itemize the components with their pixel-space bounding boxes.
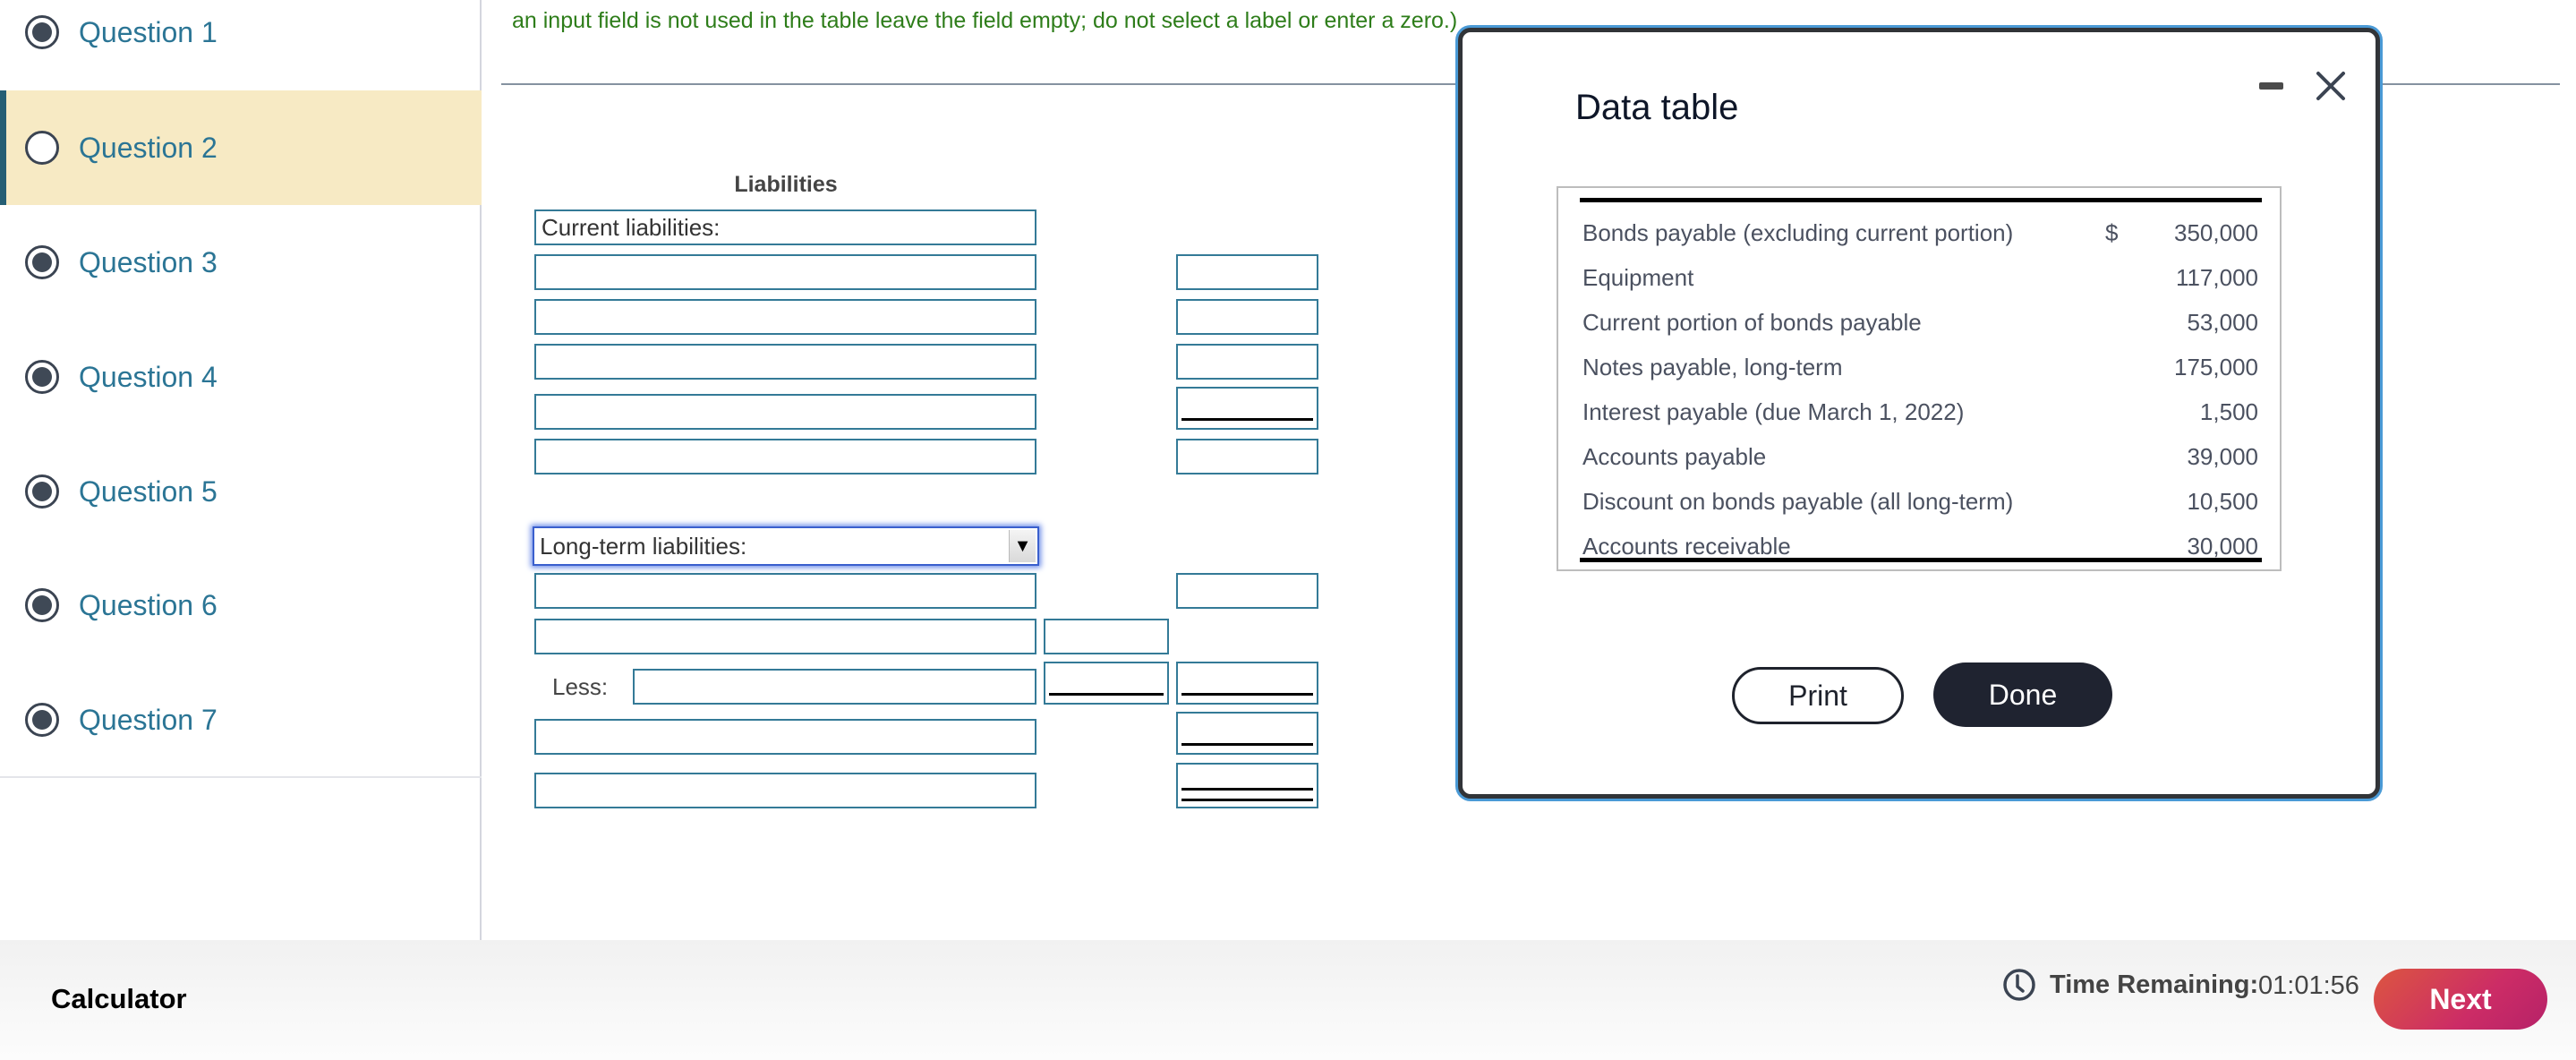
question-label: Question 4 xyxy=(79,360,218,393)
close-icon[interactable] xyxy=(2313,68,2349,104)
table-row: Notes payable, long-term 175,000 xyxy=(1582,345,2258,389)
answered-radio-icon xyxy=(25,245,59,279)
table-row: Bonds payable (excluding current portion… xyxy=(1582,210,2258,255)
account-input[interactable] xyxy=(534,299,1036,335)
row-value: 53,000 xyxy=(2187,308,2258,336)
sidebar-item-question-6[interactable]: Question 6 xyxy=(0,548,482,662)
account-input[interactable] xyxy=(534,344,1036,380)
dropdown-arrow-icon[interactable]: ▼ xyxy=(1009,530,1036,562)
row-value: 117,000 xyxy=(2175,263,2258,291)
minimize-icon[interactable] xyxy=(2259,82,2283,90)
long-term-liabilities-select[interactable]: Long-term liabilities: ▼ xyxy=(533,526,1039,566)
question-label: Question 5 xyxy=(79,474,218,508)
account-input[interactable] xyxy=(534,254,1036,290)
answered-radio-icon xyxy=(25,474,59,509)
question-sidebar: Question 1 Question 2 Question 3 Questio… xyxy=(0,0,482,940)
less-account-input[interactable] xyxy=(633,669,1036,705)
data-table-dialog: Data table Bonds payable (excluding curr… xyxy=(1458,28,2380,799)
table-row: Equipment 117,000 xyxy=(1582,255,2258,300)
total-liabilities-input[interactable] xyxy=(1176,763,1318,808)
account-input[interactable] xyxy=(534,619,1036,654)
row-label: Discount on bonds payable (all long-term… xyxy=(1582,487,2014,515)
total-current-liabilities-label-input[interactable] xyxy=(534,439,1036,474)
amount-input[interactable] xyxy=(1176,573,1318,609)
row-value: 350,000 xyxy=(2174,218,2258,246)
row-value: 39,000 xyxy=(2187,442,2258,470)
question-label: Question 1 xyxy=(79,15,218,48)
answered-radio-icon xyxy=(25,588,59,622)
data-table: Bonds payable (excluding current portion… xyxy=(1557,186,2282,571)
total-liabilities-label-input[interactable] xyxy=(534,773,1036,808)
clock-icon xyxy=(2003,969,2035,1001)
calculator-button[interactable]: Calculator xyxy=(51,983,187,1015)
row-label: Equipment xyxy=(1582,263,1694,291)
select-value: Long-term liabilities: xyxy=(540,532,747,560)
amount-input[interactable] xyxy=(1176,299,1318,335)
row-value: 1,500 xyxy=(2199,398,2258,425)
liabilities-header: Liabilities xyxy=(734,172,838,197)
total-current-liabilities-input[interactable] xyxy=(1176,439,1318,474)
amount-input[interactable] xyxy=(1176,344,1318,380)
row-value: 175,000 xyxy=(2174,353,2258,380)
dialog-title: Data table xyxy=(1575,88,1739,127)
amount-input[interactable] xyxy=(1176,254,1318,290)
row-label: Bonds payable (excluding current portion… xyxy=(1582,218,2014,246)
net-amount-input[interactable] xyxy=(1176,662,1318,705)
table-row: Discount on bonds payable (all long-term… xyxy=(1582,479,2258,524)
answered-radio-icon xyxy=(25,360,59,394)
unanswered-radio-icon xyxy=(25,131,59,165)
answered-radio-icon xyxy=(25,703,59,737)
row-currency: $ xyxy=(2105,218,2119,246)
sidebar-item-question-2[interactable]: Question 2 xyxy=(0,90,482,205)
row-value: 30,000 xyxy=(2187,532,2258,560)
row-label: Current portion of bonds payable xyxy=(1582,308,1922,336)
sidebar-item-question-7[interactable]: Question 7 xyxy=(0,662,482,777)
amount-input[interactable] xyxy=(1176,387,1318,430)
row-value: 10,500 xyxy=(2187,487,2258,515)
account-input[interactable] xyxy=(534,573,1036,609)
table-top-rule xyxy=(1580,198,2262,202)
sidebar-divider xyxy=(0,776,482,778)
sidebar-item-question-5[interactable]: Question 5 xyxy=(0,434,482,549)
subamount-input[interactable] xyxy=(1044,619,1169,654)
done-button[interactable]: Done xyxy=(1933,662,2112,727)
time-remaining-value: 01:01:56 xyxy=(2258,971,2359,1000)
question-label: Question 6 xyxy=(79,588,218,621)
answered-radio-icon xyxy=(25,15,59,49)
less-subamount-input[interactable] xyxy=(1044,662,1169,705)
sidebar-item-question-4[interactable]: Question 4 xyxy=(0,320,482,434)
footer-bar: Calculator Time Remaining: 01:01:56 Next xyxy=(0,940,2576,1060)
current-liabilities-label: Current liabilities: xyxy=(542,213,721,241)
question-label: Question 2 xyxy=(79,131,218,164)
table-bottom-rule xyxy=(1580,558,2262,562)
table-row: Current portion of bonds payable 53,000 xyxy=(1582,300,2258,345)
total-long-term-input[interactable] xyxy=(1176,712,1318,755)
next-button[interactable]: Next xyxy=(2374,969,2547,1030)
instruction-text: an input field is not used in the table … xyxy=(512,8,1458,33)
row-label: Interest payable (due March 1, 2022) xyxy=(1582,398,1965,425)
table-row: Interest payable (due March 1, 2022) 1,5… xyxy=(1582,389,2258,434)
print-button[interactable]: Print xyxy=(1732,667,1904,724)
question-label: Question 3 xyxy=(79,245,218,278)
row-label: Notes payable, long-term xyxy=(1582,353,1843,380)
total-long-term-label-input[interactable] xyxy=(534,719,1036,755)
table-row: Accounts payable 39,000 xyxy=(1582,434,2258,479)
less-label: Less: xyxy=(552,673,609,700)
question-label: Question 7 xyxy=(79,703,218,736)
current-liabilities-label-cell: Current liabilities: xyxy=(534,209,1036,245)
row-label: Accounts payable xyxy=(1582,442,1767,470)
sidebar-item-question-3[interactable]: Question 3 xyxy=(0,205,482,320)
row-label: Accounts receivable xyxy=(1582,532,1791,560)
sidebar-item-question-1[interactable]: Question 1 xyxy=(0,0,482,90)
time-remaining-label: Time Remaining: xyxy=(2050,970,2259,999)
account-input[interactable] xyxy=(534,394,1036,430)
